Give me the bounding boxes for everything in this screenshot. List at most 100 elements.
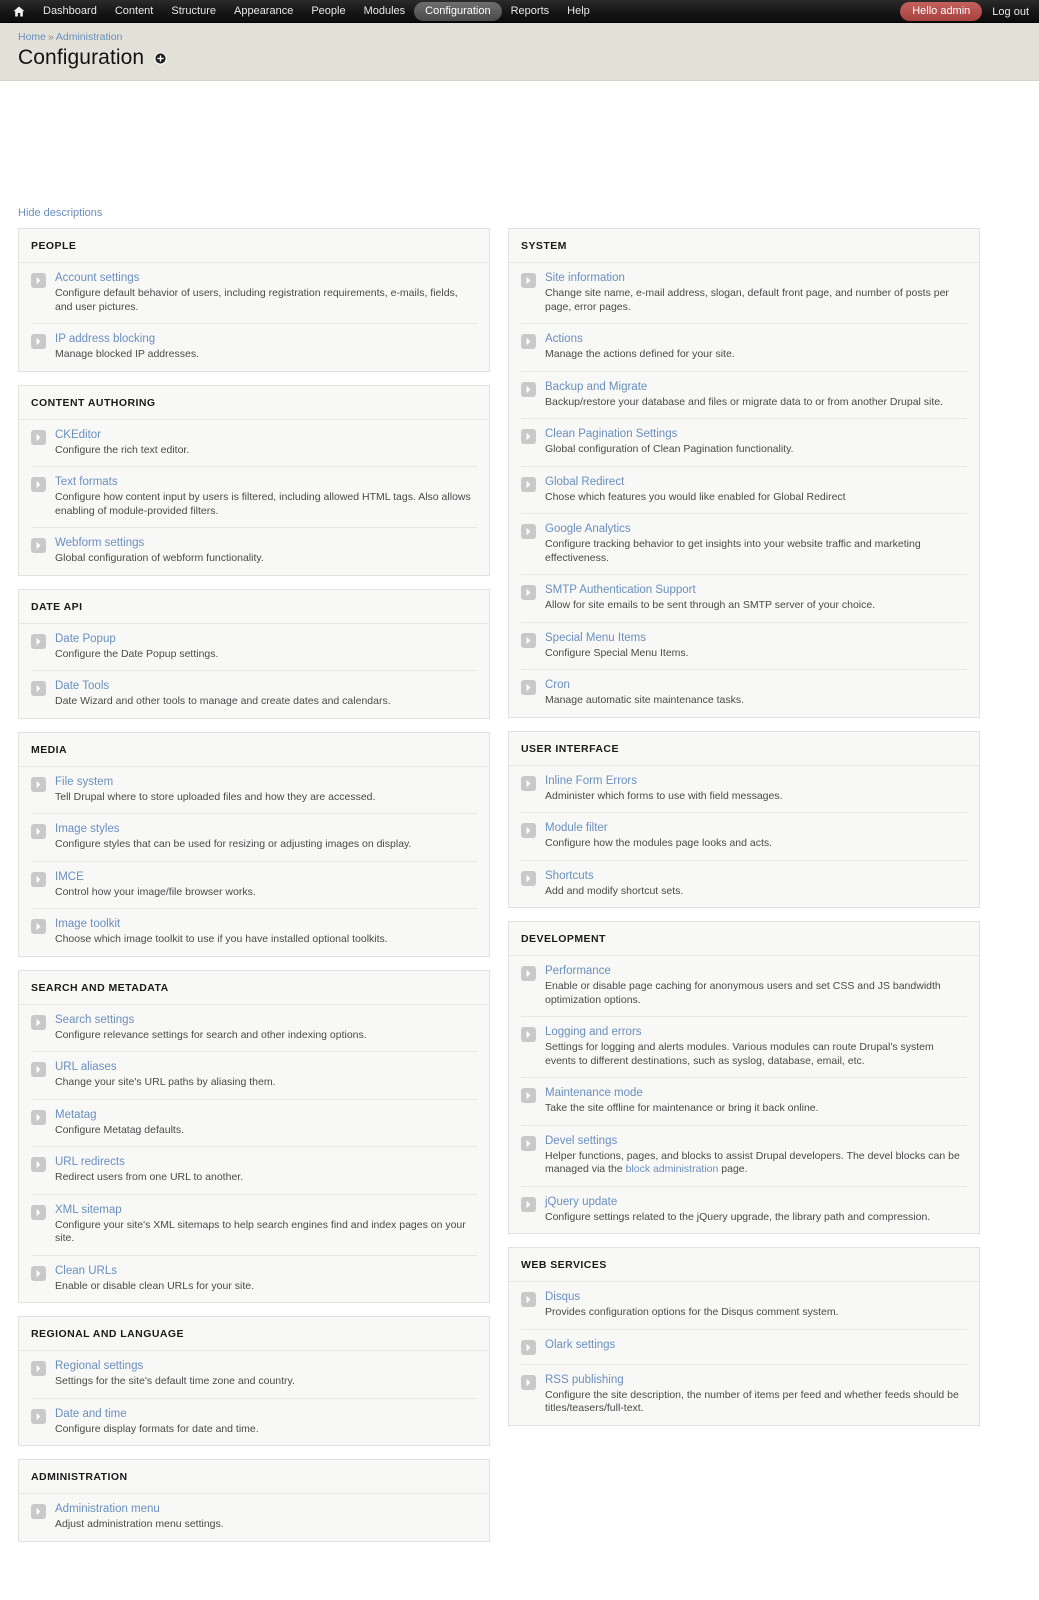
chevron-right-icon[interactable] [31, 776, 46, 792]
chevron-right-icon[interactable] [31, 429, 46, 445]
toolbar-item-content[interactable]: Content [106, 0, 163, 23]
chevron-right-icon[interactable] [31, 538, 46, 553]
config-link-olark-settings[interactable]: Olark settings [545, 1338, 967, 1352]
config-link-image-toolkit[interactable]: Image toolkit [55, 917, 477, 931]
chevron-right-icon[interactable] [521, 775, 536, 791]
chevron-right-icon[interactable] [521, 524, 536, 539]
config-link-url-aliases[interactable]: URL aliases [55, 1060, 477, 1074]
chevron-right-icon[interactable] [31, 681, 46, 696]
config-link-ip-address-blocking[interactable]: IP address blocking [55, 332, 477, 346]
toolbar-item-dashboard[interactable]: Dashboard [34, 0, 106, 23]
chevron-right-icon[interactable] [521, 476, 536, 492]
chevron-right-icon[interactable] [521, 680, 536, 695]
config-link-date-popup[interactable]: Date Popup [55, 632, 477, 646]
breadcrumb-home[interactable]: Home [18, 31, 46, 43]
config-link-disqus[interactable]: Disqus [545, 1290, 967, 1304]
toolbar-item-appearance[interactable]: Appearance [225, 0, 302, 23]
toolbar-item-modules[interactable]: Modules [355, 0, 415, 23]
chevron-right-icon[interactable] [521, 1374, 536, 1390]
config-link-clean-urls[interactable]: Clean URLs [55, 1264, 477, 1278]
chevron-right-icon[interactable] [31, 1109, 46, 1125]
config-link-performance[interactable]: Performance [545, 964, 967, 978]
chevron-right-icon[interactable] [521, 966, 536, 981]
description-text: page. [718, 1163, 748, 1175]
chevron-right-icon[interactable] [521, 273, 536, 288]
chevron-right-icon[interactable] [31, 1361, 46, 1376]
chevron-right-icon[interactable] [31, 824, 46, 839]
config-link-date-and-time[interactable]: Date and time [55, 1407, 477, 1421]
config-link-webform-settings[interactable]: Webform settings [55, 536, 477, 550]
config-link-xml-sitemap[interactable]: XML sitemap [55, 1203, 477, 1217]
config-link-global-redirect[interactable]: Global Redirect [545, 475, 967, 489]
panel-content-authoring: CONTENT AUTHORING CKEditor Configure the r… [18, 384, 490, 576]
inline-link[interactable]: block administration [626, 1163, 719, 1175]
chevron-right-icon[interactable] [521, 823, 536, 838]
config-link-logging-and-errors[interactable]: Logging and errors [545, 1025, 967, 1039]
chevron-right-icon[interactable] [31, 477, 46, 492]
config-link-date-tools[interactable]: Date Tools [55, 679, 477, 693]
chevron-right-icon[interactable] [31, 273, 46, 288]
config-link-text-formats[interactable]: Text formats [55, 475, 477, 489]
config-link-file-system[interactable]: File system [55, 775, 477, 789]
chevron-right-icon[interactable] [31, 1204, 46, 1220]
add-shortcut-icon[interactable] [154, 51, 167, 65]
config-link-image-styles[interactable]: Image styles [55, 822, 477, 836]
chevron-right-icon[interactable] [521, 1292, 536, 1307]
config-link-module-filter[interactable]: Module filter [545, 821, 967, 835]
user-greeting-badge[interactable]: Hello admin [900, 2, 983, 21]
logout-link[interactable]: Log out [992, 6, 1029, 18]
chevron-right-icon[interactable] [521, 1088, 536, 1103]
config-link-ckeditor[interactable]: CKEditor [55, 428, 477, 442]
toolbar-item-structure[interactable]: Structure [162, 0, 225, 23]
config-link-rss-publishing[interactable]: RSS publishing [545, 1373, 967, 1387]
config-link-metatag[interactable]: Metatag [55, 1108, 477, 1122]
chevron-right-icon[interactable] [521, 585, 536, 600]
toolbar-item-reports[interactable]: Reports [502, 0, 559, 23]
chevron-right-icon[interactable] [521, 334, 536, 349]
hide-descriptions-link[interactable]: Hide descriptions [18, 207, 102, 219]
chevron-right-icon[interactable] [521, 632, 536, 648]
config-link-inline-form-errors[interactable]: Inline Form Errors [545, 774, 967, 788]
toolbar-item-people[interactable]: People [302, 0, 354, 23]
config-link-shortcuts[interactable]: Shortcuts [545, 869, 967, 883]
config-link-search-settings[interactable]: Search settings [55, 1013, 477, 1027]
config-link-devel-settings[interactable]: Devel settings [545, 1134, 967, 1148]
config-link-maintenance-mode[interactable]: Maintenance mode [545, 1086, 967, 1100]
chevron-right-icon[interactable] [31, 1014, 46, 1030]
config-link-cron[interactable]: Cron [545, 678, 967, 692]
chevron-right-icon[interactable] [521, 1135, 536, 1151]
chevron-right-icon[interactable] [521, 1027, 536, 1042]
chevron-right-icon[interactable] [521, 870, 536, 886]
chevron-right-icon[interactable] [31, 1408, 46, 1424]
chevron-right-icon[interactable] [521, 429, 536, 444]
config-link-administration-menu[interactable]: Administration menu [55, 1502, 477, 1516]
chevron-right-icon[interactable] [31, 1265, 46, 1281]
config-link-regional-settings[interactable]: Regional settings [55, 1359, 477, 1373]
chevron-right-icon[interactable] [31, 1157, 46, 1172]
config-link-clean-pagination-settings[interactable]: Clean Pagination Settings [545, 427, 967, 441]
home-icon[interactable] [8, 0, 30, 23]
breadcrumb-administration[interactable]: Administration [56, 31, 123, 43]
chevron-right-icon[interactable] [31, 633, 46, 649]
config-link-smtp-authentication-support[interactable]: SMTP Authentication Support [545, 583, 967, 597]
config-link-imce[interactable]: IMCE [55, 870, 477, 884]
config-link-site-information[interactable]: Site information [545, 271, 967, 285]
chevron-right-icon[interactable] [521, 1339, 536, 1355]
toolbar-item-help[interactable]: Help [558, 0, 599, 23]
config-link-backup-and-migrate[interactable]: Backup and Migrate [545, 380, 967, 394]
config-link-jquery-update[interactable]: jQuery update [545, 1195, 967, 1209]
config-link-actions[interactable]: Actions [545, 332, 967, 346]
chevron-right-icon[interactable] [31, 334, 46, 349]
chevron-right-icon[interactable] [521, 381, 536, 397]
panel-body: Disqus Provides configuration options for… [509, 1282, 979, 1425]
chevron-right-icon[interactable] [31, 871, 46, 887]
toolbar-item-configuration[interactable]: Configuration [414, 1, 502, 21]
config-link-account-settings[interactable]: Account settings [55, 271, 477, 285]
config-link-special-menu-items[interactable]: Special Menu Items [545, 631, 967, 645]
config-link-url-redirects[interactable]: URL redirects [55, 1155, 477, 1169]
chevron-right-icon[interactable] [31, 1504, 46, 1519]
config-link-google-analytics[interactable]: Google Analytics [545, 522, 967, 536]
chevron-right-icon[interactable] [31, 919, 46, 934]
chevron-right-icon[interactable] [521, 1196, 536, 1212]
chevron-right-icon[interactable] [31, 1062, 46, 1077]
